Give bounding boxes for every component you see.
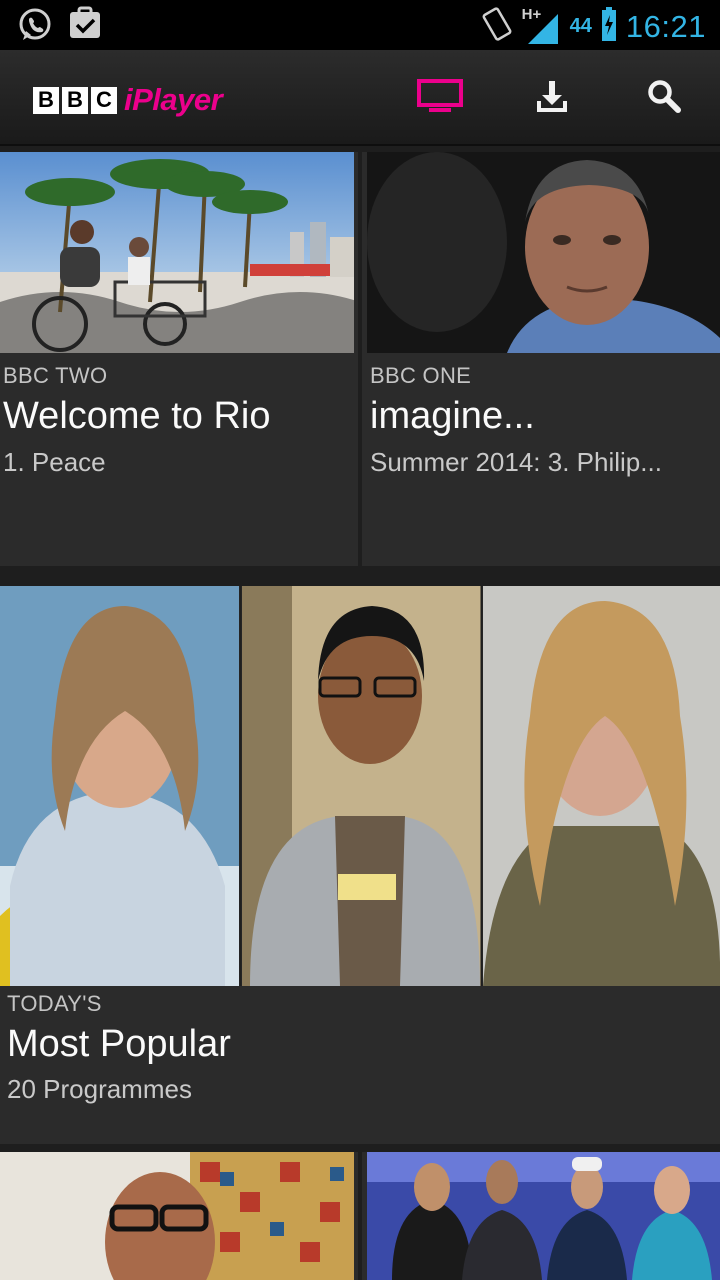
channel-label: BBC ONE [370, 363, 472, 388]
programme-title: Welcome to Rio [3, 395, 271, 437]
signal-icon: H+ [522, 6, 560, 46]
programme-tile[interactable] [362, 1152, 720, 1280]
programme-title: imagine... [370, 395, 535, 437]
tv-icon [417, 78, 463, 118]
programme-thumbnail [367, 152, 720, 353]
collection-count: 20 Programmes [7, 1074, 192, 1104]
logo-letter: C [91, 86, 117, 114]
tv-button[interactable] [412, 70, 468, 126]
programme-tile[interactable]: BBC ONE imagine... Summer 2014: 3. Phili… [362, 152, 720, 566]
clock: 16:21 [625, 8, 706, 44]
programme-tile[interactable] [0, 1152, 358, 1280]
collection-label: TODAY'S [7, 991, 102, 1016]
downloads-button[interactable] [524, 70, 580, 126]
collection-thumbnails [0, 586, 720, 986]
channel-label: BBC TWO [3, 363, 108, 388]
battery-icon [601, 7, 616, 46]
logo-letter: B [33, 86, 59, 114]
collection-title: Most Popular [7, 1023, 231, 1065]
search-icon [647, 79, 681, 118]
signal-strength-label: 44 [569, 15, 592, 37]
episode-title: 1. Peace [3, 447, 106, 477]
task-done-icon [68, 6, 102, 49]
search-button[interactable] [636, 70, 692, 126]
programme-thumbnail [0, 152, 354, 353]
status-bar: H+ 44 16:21 [0, 0, 720, 50]
logo-letter: B [62, 86, 88, 114]
download-icon [535, 79, 569, 118]
app-bar: B B C iPlayer [0, 50, 720, 146]
programme-tile[interactable]: BBC TWO Welcome to Rio 1. Peace [0, 152, 358, 566]
programme-thumbnail [367, 1152, 720, 1280]
bbc-iplayer-logo[interactable]: B B C iPlayer [33, 82, 223, 118]
whatsapp-icon [16, 6, 54, 49]
vibrate-icon [480, 6, 514, 47]
collection-tile[interactable]: TODAY'S Most Popular 20 Programmes [0, 586, 720, 1144]
programme-thumbnail [0, 1152, 354, 1280]
episode-title: Summer 2014: 3. Philip... [370, 447, 662, 477]
iplayer-wordmark: iPlayer [124, 82, 223, 117]
